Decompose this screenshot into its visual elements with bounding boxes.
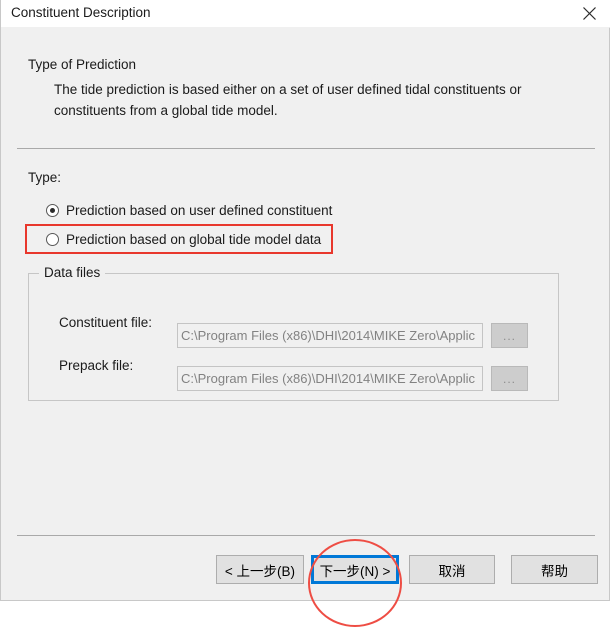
section-heading-type-of-prediction: Type of Prediction <box>28 57 137 72</box>
dialog-body: Type of Prediction The tide prediction i… <box>1 27 609 627</box>
prepack-file-browse-button[interactable]: ... <box>491 366 528 391</box>
window-title: Constituent Description <box>11 5 151 20</box>
prepack-file-input[interactable]: C:\Program Files (x86)\DHI\2014\MIKE Zer… <box>177 366 483 391</box>
constituent-description-dialog: Constituent Description Type of Predicti… <box>0 0 610 627</box>
radio-mark-icon <box>46 232 59 246</box>
next-button[interactable]: 下一步(N) > <box>311 555 399 584</box>
cancel-button[interactable]: 取消 <box>409 555 495 584</box>
radio-label: Prediction based on global tide model da… <box>66 231 322 247</box>
radio-prediction-user-defined[interactable]: Prediction based on user defined constit… <box>46 199 332 221</box>
separator-top <box>17 148 595 149</box>
title-bar: Constituent Description <box>1 0 610 28</box>
close-icon[interactable] <box>567 0 610 27</box>
type-label: Type: <box>28 170 62 185</box>
constituent-file-label: Constituent file: <box>59 315 153 330</box>
radio-label: Prediction based on user defined constit… <box>66 202 333 218</box>
back-button[interactable]: < 上一步(B) <box>216 555 304 584</box>
radio-mark-icon <box>46 203 59 217</box>
constituent-file-browse-button[interactable]: ... <box>491 323 528 348</box>
separator-bottom <box>17 535 595 536</box>
radio-prediction-global-tide-model[interactable]: Prediction based on global tide model da… <box>46 228 321 250</box>
group-box-legend: Data files <box>39 265 106 280</box>
constituent-file-input[interactable]: C:\Program Files (x86)\DHI\2014\MIKE Zer… <box>177 323 483 348</box>
prepack-file-label: Prepack file: <box>59 358 134 373</box>
section-description: The tide prediction is based either on a… <box>54 82 522 118</box>
help-button[interactable]: 帮助 <box>511 555 598 584</box>
